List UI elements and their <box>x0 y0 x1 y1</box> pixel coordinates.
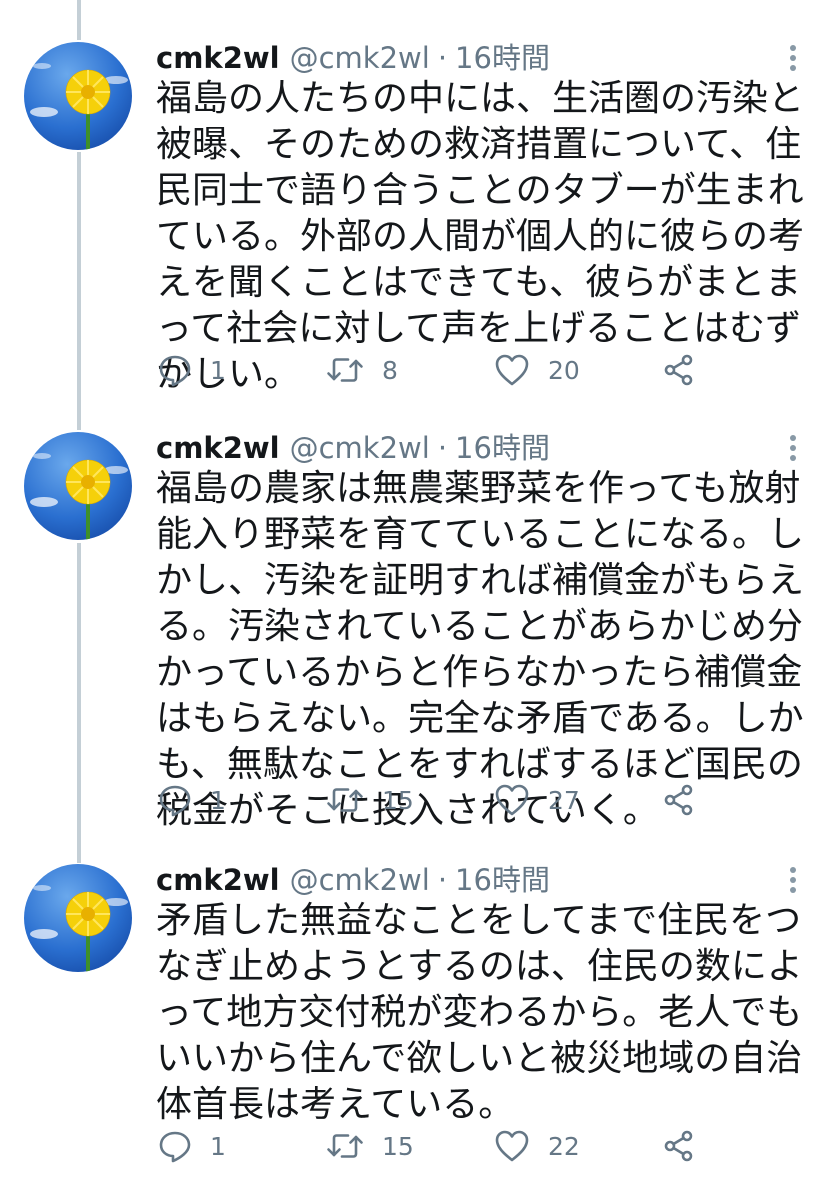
share-button[interactable] <box>662 350 696 390</box>
retweet-button[interactable]: 8 <box>326 350 398 390</box>
separator-dot: · <box>437 863 448 897</box>
user-handle[interactable]: @cmk2wl <box>290 860 430 900</box>
like-count: 27 <box>548 785 580 815</box>
more-vertical-icon <box>790 45 796 71</box>
heart-icon <box>495 1130 529 1162</box>
user-handle[interactable]: @cmk2wl <box>290 38 430 78</box>
avatar[interactable] <box>24 432 132 540</box>
like-button[interactable]: 27 <box>494 780 580 820</box>
share-icon <box>664 1130 693 1162</box>
dandelion-avatar <box>24 864 132 972</box>
retweet-icon <box>327 358 363 382</box>
display-name[interactable]: cmk2wl <box>156 38 280 78</box>
tweet-actions: 1 8 20 <box>156 350 716 390</box>
tweet[interactable]: cmk2wl @cmk2wl · 16時間 福島の農家は無農薬野菜を作っても放射… <box>0 428 834 838</box>
tweet[interactable]: cmk2wl @cmk2wl · 16時間 矛盾した無益なことをしてまで住民をつ… <box>0 860 834 1190</box>
share-icon <box>664 784 693 816</box>
retweet-count: 15 <box>382 785 414 815</box>
more-options-button[interactable] <box>778 862 808 902</box>
separator-dot: · <box>437 431 448 465</box>
reply-icon <box>159 785 191 817</box>
thread-line <box>77 0 81 40</box>
heart-icon <box>495 784 529 816</box>
timestamp[interactable]: 16時間 <box>455 428 550 468</box>
timestamp[interactable]: 16時間 <box>455 38 550 78</box>
reply-count: 1 <box>210 785 226 815</box>
like-button[interactable]: 22 <box>494 1126 580 1166</box>
tweet-header: cmk2wl @cmk2wl · 16時間 <box>156 860 550 900</box>
retweet-button[interactable]: 15 <box>326 780 414 820</box>
reply-icon <box>159 355 191 387</box>
display-name[interactable]: cmk2wl <box>156 428 280 468</box>
retweet-icon <box>327 788 363 812</box>
like-count: 20 <box>548 355 580 385</box>
heart-icon <box>495 354 529 386</box>
reply-button[interactable]: 1 <box>158 1126 226 1166</box>
tweet-text: 福島の農家は無農薬野菜を作っても放射能入り野菜を育てていることになる。しかし、汚… <box>156 468 805 831</box>
reply-count: 1 <box>210 1131 226 1161</box>
share-button[interactable] <box>662 1126 696 1166</box>
more-vertical-icon <box>790 867 796 893</box>
reply-button[interactable]: 1 <box>158 350 226 390</box>
retweet-count: 15 <box>382 1131 414 1161</box>
tweet-actions: 1 15 27 <box>156 780 716 820</box>
reply-button[interactable]: 1 <box>158 780 226 820</box>
more-options-button[interactable] <box>778 430 808 470</box>
share-button[interactable] <box>662 780 696 820</box>
like-count: 22 <box>548 1131 580 1161</box>
tweet-header: cmk2wl @cmk2wl · 16時間 <box>156 38 550 78</box>
reply-icon <box>159 1131 191 1163</box>
display-name[interactable]: cmk2wl <box>156 860 280 900</box>
tweet-header: cmk2wl @cmk2wl · 16時間 <box>156 428 550 468</box>
separator-dot: · <box>437 41 448 75</box>
avatar[interactable] <box>24 42 132 150</box>
avatar[interactable] <box>24 864 132 972</box>
more-vertical-icon <box>790 435 796 461</box>
more-options-button[interactable] <box>778 40 808 80</box>
user-handle[interactable]: @cmk2wl <box>290 428 430 468</box>
dandelion-avatar <box>24 432 132 540</box>
like-button[interactable]: 20 <box>494 350 580 390</box>
timestamp[interactable]: 16時間 <box>455 860 550 900</box>
tweet[interactable]: cmk2wl @cmk2wl · 16時間 福島の人たちの中には、生活圏の汚染と… <box>0 38 834 398</box>
dandelion-avatar <box>24 42 132 150</box>
retweet-count: 8 <box>382 355 398 385</box>
share-icon <box>664 354 693 386</box>
reply-count: 1 <box>210 355 226 385</box>
retweet-icon <box>327 1134 363 1158</box>
tweet-actions: 1 15 22 <box>156 1126 716 1166</box>
retweet-button[interactable]: 15 <box>326 1126 414 1166</box>
tweet-text: 矛盾した無益なことをしてまで住民をつなぎ止めようとするのは、住民の数によって地方… <box>156 900 803 1125</box>
